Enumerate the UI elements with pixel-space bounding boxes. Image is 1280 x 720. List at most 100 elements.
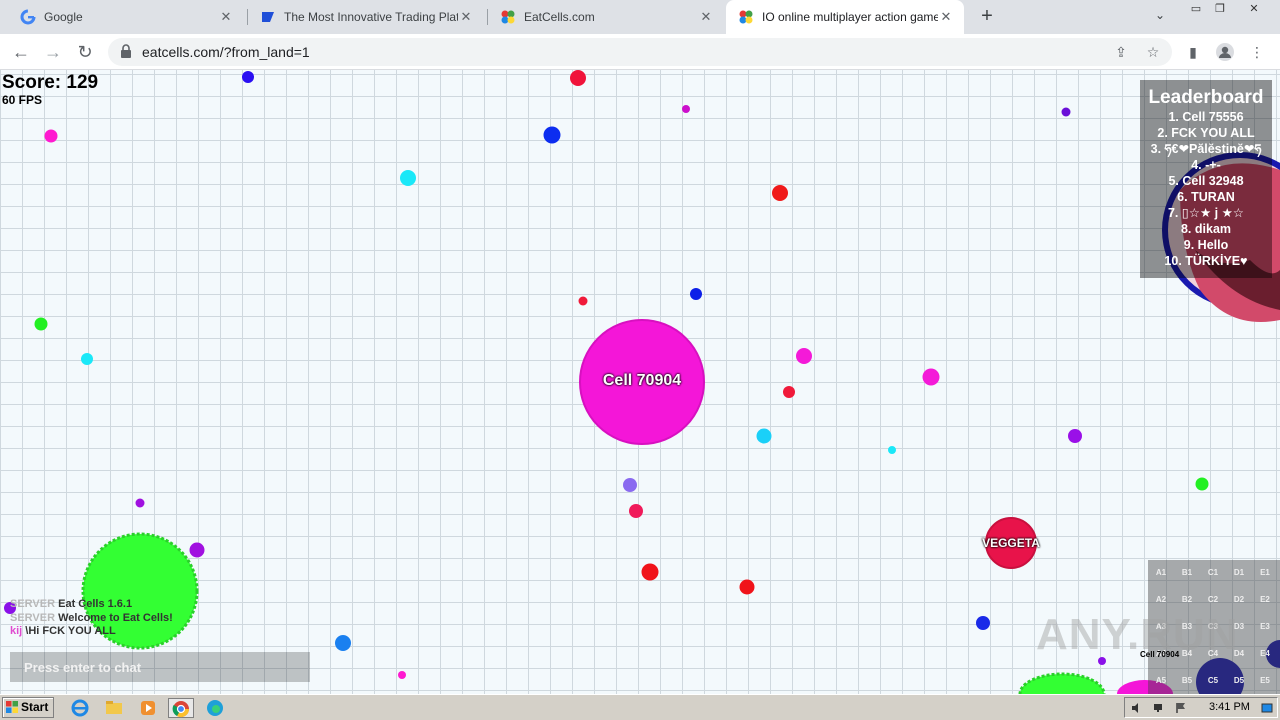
kebab-menu-icon[interactable]: ⋮ [1246,41,1268,63]
chat-sender: kij [10,625,23,637]
window-close-icon[interactable]: ✕ [1244,2,1264,16]
show-desktop-icon[interactable] [1261,702,1273,714]
food-pellet [772,185,788,201]
food-pellet [756,428,772,444]
food-pellet [34,317,48,331]
edge-icon[interactable] [205,698,225,718]
reload-icon[interactable]: ↻ [74,41,96,63]
food-pellet [888,446,896,454]
system-tray: 3:41 PM [1124,697,1278,718]
folder-icon[interactable] [104,698,124,718]
leaderboard-row: 9. Hello [1183,238,1229,252]
food-pellet [1068,429,1082,443]
food-pellet [398,671,406,679]
leaderboard-title: Leaderboard [1148,87,1264,108]
tab-strip: Google ✕ The Most Innovative Trading Pla… [0,0,1280,34]
food-pellet [135,498,145,508]
food-pellet [44,129,58,143]
close-icon[interactable]: ✕ [698,9,714,25]
food-pellet [543,126,561,144]
forward-arrow-icon[interactable]: → [42,41,64,63]
minimap-cell: C1 [1207,568,1219,577]
food-pellet [578,296,588,306]
food-pellet [1061,107,1071,117]
food-pellet [922,368,940,386]
tab-title: The Most Innovative Trading Platfor [284,10,458,24]
network-icon[interactable] [1153,702,1165,714]
start-button[interactable]: Start [2,697,54,718]
chat-log: SERVER Eat Cells 1.6.1 SERVER Welcome to… [10,598,173,639]
profile-avatar-icon[interactable] [1214,41,1236,63]
minimize-icon[interactable]: ▭ [1186,2,1206,16]
food-pellet [189,542,205,558]
minimap-cell: A2 [1155,595,1167,604]
eatcells-icon [500,9,516,25]
food-pellet [976,616,990,630]
minimap-cell: B2 [1181,595,1193,604]
tab-title: Google [44,10,83,24]
new-tab-plus-icon[interactable]: + [976,6,998,28]
close-icon[interactable]: ✕ [218,9,234,25]
chrome-taskbar-icon[interactable] [168,698,194,718]
tab-eatcells[interactable]: EatCells.com ✕ [488,0,724,34]
clock: 3:41 PM [1209,701,1250,713]
chat-sender: SERVER [10,611,56,624]
player-cell-label: Cell 70904 [602,372,682,389]
flag-icon[interactable] [1175,702,1187,714]
food-pellet [682,105,690,113]
minimap-cell: A5 [1155,676,1167,685]
food-pellet [783,386,795,398]
food-pellet [242,71,254,83]
food-pellet [690,288,702,300]
tab-title: IO online multiplayer action game. S [762,10,938,24]
tab-trading[interactable]: The Most Innovative Trading Platfor ✕ [248,0,484,34]
close-icon[interactable]: ✕ [938,9,954,25]
trading-icon [260,9,276,25]
restore-icon[interactable]: ❐ [1210,2,1230,16]
enemy-cell-label: VEGGETA [982,536,1040,550]
close-icon[interactable]: ✕ [458,9,474,25]
food-pellet [570,70,586,86]
tab-google[interactable]: Google ✕ [8,0,244,34]
chat-text: \Hi FCK YOU ALL [25,625,116,637]
side-panel-icon[interactable]: ▮ [1182,41,1204,63]
leaderboard-row: 6. TURAN [1177,190,1235,204]
food-pellet [335,635,351,651]
food-pellet [629,504,643,518]
share-icon[interactable]: ⇪ [1112,43,1130,61]
minimap-cell: B1 [1181,568,1193,577]
leaderboard-row: 1. Cell 75556 [1168,110,1244,124]
anyrun-watermark: ANY.RUN [1036,610,1239,659]
taskbar: Start 3:41 PM [0,694,1280,720]
address-bar[interactable]: eatcells.com/?from_land=1 ⇪ ☆ [108,38,1172,66]
minimap-cell: D2 [1233,595,1245,604]
chat-text: Eat Cells 1.6.1 [58,598,133,610]
back-arrow-icon[interactable]: ← [10,41,32,63]
chat-message: kij \Hi FCK YOU ALL [10,625,173,639]
tab-io-game[interactable]: IO online multiplayer action game. S ✕ [726,0,964,34]
food-pellet [739,579,755,595]
leaderboard-row: 10. TÜRKİYE♥ [1164,254,1248,268]
leaderboard-row: 3. ཧ€❤Pălĕstinĕ❤ཧ [1150,142,1262,156]
lock-icon [121,44,131,58]
food-pellet [1195,477,1209,491]
minimap-cell: E4 [1260,649,1270,658]
food-pellet [641,563,659,581]
minimap-cell: E5 [1260,676,1270,685]
ie-icon[interactable] [70,698,90,718]
food-pellet [81,353,93,365]
volume-icon[interactable] [1131,702,1143,714]
media-player-icon[interactable] [138,698,158,718]
leaderboard: Leaderboard 1. Cell 75556 2. FCK YOU ALL… [1140,80,1272,278]
url-text: eatcells.com/?from_land=1 [142,44,310,60]
tab-title: EatCells.com [524,10,595,24]
food-pellet [400,170,416,186]
minimap-cell: D1 [1233,568,1245,577]
minimap-cell: E3 [1260,622,1270,631]
chat-input[interactable] [10,652,310,682]
chevron-down-icon[interactable]: ⌄ [1152,8,1168,24]
bookmark-star-icon[interactable]: ☆ [1144,43,1162,61]
game-canvas[interactable]: Score: 129 60 FPS Cell 70904 VEGGETA Lea… [0,70,1280,694]
minimap-cell: E2 [1260,595,1270,604]
minimap-cell: C2 [1207,595,1219,604]
